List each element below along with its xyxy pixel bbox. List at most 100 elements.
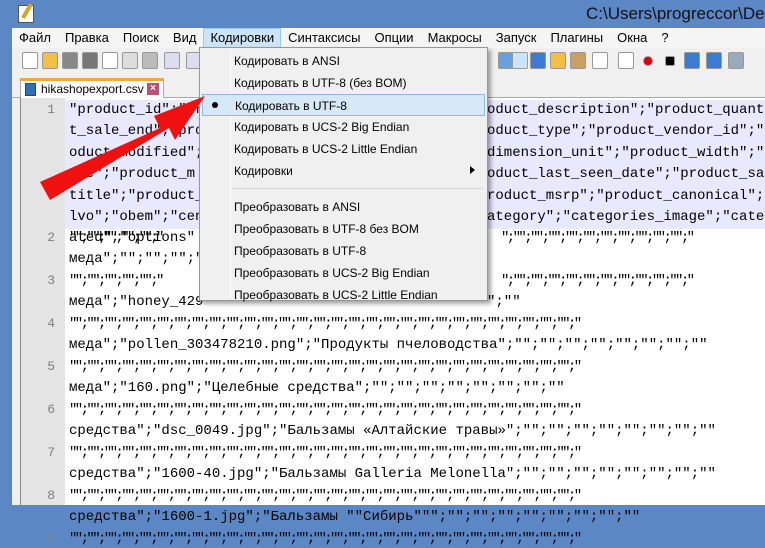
- text-line-3: "";"";"";"";"";": [69, 273, 164, 289]
- menu-item-encode-1[interactable]: Кодировать в UTF-8 (без BOM): [202, 72, 485, 94]
- new-file-icon[interactable]: [22, 52, 38, 69]
- line-number: 2: [47, 230, 55, 245]
- save-icon[interactable]: [62, 52, 78, 69]
- menu-separator: [232, 188, 483, 189]
- menu-0[interactable]: Файл: [12, 28, 58, 48]
- menu-item-label: Кодировать в UCS-2 Big Endian: [234, 120, 410, 134]
- menu-item-encode-5[interactable]: Кодировки: [202, 160, 485, 182]
- text-line-1-right-segment: oduct_last_seen_date";"product_sales: [487, 166, 765, 183]
- text-line-1-segment: ose";"product_m: [69, 166, 196, 183]
- notepad-app-icon[interactable]: [18, 5, 34, 23]
- text-line-4-wrap: меда";"pollen_303478210.png";"Продукты п…: [69, 337, 708, 354]
- menu-11[interactable]: ?: [654, 28, 675, 48]
- menu-6[interactable]: Опции: [367, 28, 420, 48]
- text-line-1-segment: title";"product_: [69, 187, 204, 204]
- menu-item-convert-0[interactable]: Преобразовать в ANSI: [202, 196, 485, 218]
- text-line-1-right-segment: dimension_unit";"product_width";"pr: [487, 144, 765, 161]
- open-file-icon[interactable]: [42, 52, 58, 69]
- menu-item-label: Кодировать в UTF-8 (без BOM): [234, 76, 407, 90]
- print-icon[interactable]: [142, 52, 158, 69]
- close-icon[interactable]: [102, 52, 118, 69]
- separator-icon[interactable]: [618, 52, 634, 69]
- title-bar: C:\Users\progreccor\Deskto: [0, 0, 765, 28]
- function-list-icon[interactable]: [592, 52, 608, 69]
- line-number-gutter: 1 2 3 4 5 6 7 8 9: [21, 98, 65, 546]
- text-line-2-wrap: меда";"";"";"";": [69, 251, 204, 268]
- text-line-5-wrap: меда";"160.png";"Целебные средства";"";"…: [69, 380, 565, 397]
- run-macro-multiple-icon[interactable]: [706, 52, 722, 69]
- text-line-1-segment: t_sale_end";"pro: [69, 123, 204, 140]
- menu-10[interactable]: Окна: [610, 28, 654, 48]
- line-number: 6: [47, 402, 55, 417]
- save-macro-icon[interactable]: [728, 52, 744, 69]
- line-number: 4: [47, 316, 55, 331]
- menu-item-label: Кодировать в ANSI: [234, 54, 340, 68]
- menu-item-encode-3[interactable]: Кодировать в UCS-2 Big Endian: [202, 116, 485, 138]
- text-line-7-wrap: средства";"1600-40.jpg";"Бальзамы Galler…: [69, 466, 716, 483]
- menu-item-label: Кодировки: [234, 164, 293, 178]
- menu-item-label: Преобразовать в UCS-2 Little Endian: [234, 288, 438, 302]
- line-number: 5: [47, 359, 55, 374]
- tab-label: hikashopexport.csv: [41, 82, 144, 96]
- save-file-icon: [25, 83, 36, 96]
- text-line-3-wrap: меда";"honey_429: [69, 294, 204, 311]
- text-line-5: "";"";"";"";"";"";"";"";"";"";"";"";"";"…: [69, 359, 582, 375]
- text-line-2: "";"";"";"";"";": [69, 230, 164, 246]
- menu-3[interactable]: Вид: [166, 28, 204, 48]
- menu-item-encode-2[interactable]: Кодировать в UTF-8: [202, 94, 485, 116]
- line-number: 8: [47, 488, 55, 503]
- text-line-8-wrap: средства";"1600-1.jpg";"Бальзамы ""Сибир…: [69, 509, 641, 526]
- doc-map-icon[interactable]: [570, 52, 586, 69]
- show-all-chars-icon[interactable]: [512, 52, 528, 69]
- text-line-9: "";"";"";"";"";"";"";"";"";"";"";"";"";"…: [69, 531, 582, 547]
- text-line-6: "";"";"";"";"";"";"";"";"";"";"";"";"";"…: [69, 402, 582, 418]
- line-number: 9: [47, 531, 55, 546]
- menu-item-convert-2[interactable]: Преобразовать в UTF-8: [202, 240, 485, 262]
- text-line-1-right-segment: oduct_type";"product_vendor_id";"pro: [487, 123, 765, 140]
- menu-item-label: Преобразовать в UTF-8: [234, 244, 367, 258]
- menu-bar: Файл Правка Поиск Вид Кодировки Синтаксисы Опц…: [12, 28, 765, 48]
- text-line-8: "";"";"";"";"";"";"";"";"";"";"";"";"";"…: [69, 488, 582, 504]
- text-line-1-segment: "product_id";"pr: [69, 102, 204, 118]
- menu-2[interactable]: Поиск: [116, 28, 166, 48]
- text-line-6-wrap: средства";"dsc_0049.jpg";"Бальзамы «Алта…: [69, 423, 716, 440]
- menu-item-convert-3[interactable]: Преобразовать в UCS-2 Big Endian: [202, 262, 485, 284]
- text-line-3-right: ";"";"";"";"";"";"";"";"";"";"";": [501, 273, 695, 289]
- text-line-1-right-segment: oduct_description";"product_quantity: [487, 102, 765, 118]
- text-line-3-wrap-right: ";"": [487, 294, 521, 311]
- menu-item-encode-4[interactable]: Кодировать в UCS-2 Little Endian: [202, 138, 485, 160]
- menu-item-label: Преобразовать в ANSI: [234, 200, 361, 214]
- line-number: 7: [47, 445, 55, 460]
- stop-record-icon[interactable]: [665, 56, 675, 66]
- menu-item-label: Преобразовать в UCS-2 Big Endian: [234, 266, 430, 280]
- language-icon[interactable]: [550, 52, 566, 69]
- menu-item-encode-0[interactable]: Кодировать в ANSI: [202, 50, 485, 72]
- close-all-icon[interactable]: [122, 52, 138, 69]
- play-macro-icon[interactable]: [684, 52, 700, 69]
- record-macro-icon[interactable]: [643, 56, 653, 66]
- line-number: 3: [47, 273, 55, 288]
- text-line-1-segment: lvo";"obem";"cen: [69, 209, 204, 225]
- menu-4[interactable]: Кодировки: [203, 28, 282, 48]
- encoding-dropdown-menu: Кодировать в ANSI Кодировать в UTF-8 (без…: [199, 47, 488, 302]
- menu-item-label: Преобразовать в UTF-8 без BOM: [234, 222, 419, 236]
- menu-5[interactable]: Синтаксисы: [281, 28, 367, 48]
- menu-8[interactable]: Запуск: [489, 28, 544, 48]
- tab-hikashopexport[interactable]: hikashopexport.csv ×: [20, 78, 164, 98]
- menu-9[interactable]: Плагины: [543, 28, 610, 48]
- text-line-1-right-segment: roduct_msrp";"product_canonical";"p: [487, 187, 765, 204]
- cut-icon[interactable]: [164, 52, 180, 69]
- close-tab-icon[interactable]: ×: [147, 83, 159, 95]
- menu-item-convert-1[interactable]: Преобразовать в UTF-8 без BOM: [202, 218, 485, 240]
- indent-guide-icon[interactable]: [530, 52, 546, 69]
- text-line-4: "";"";"";"";"";"";"";"";"";"";"";"";"";"…: [69, 316, 582, 332]
- menu-item-convert-4[interactable]: Преобразовать в UCS-2 Little Endian: [202, 284, 485, 306]
- menu-7[interactable]: Макросы: [421, 28, 489, 48]
- window-title: C:\Users\progreccor\Deskto: [586, 4, 765, 23]
- text-line-1-right-segment: ategory";"categories_image";"catego: [487, 209, 765, 225]
- submenu-arrow-icon: [470, 166, 475, 174]
- text-line-7: "";"";"";"";"";"";"";"";"";"";"";"";"";"…: [69, 445, 582, 461]
- menu-1[interactable]: Правка: [58, 28, 116, 48]
- save-all-icon[interactable]: [82, 52, 98, 69]
- text-line-2-right: ";"";"";"";"";"";"";"";"";"";"";": [501, 230, 695, 246]
